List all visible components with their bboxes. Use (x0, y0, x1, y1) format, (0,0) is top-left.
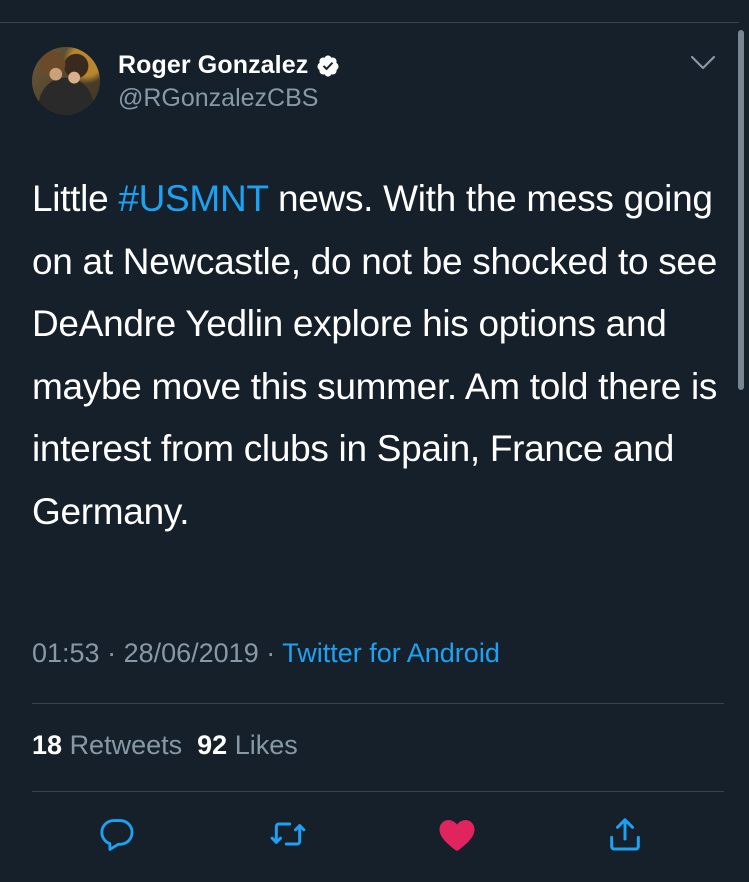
tweet-time: 01:53 (32, 638, 100, 668)
retweets-count: 18 (32, 730, 63, 760)
retweets-stat[interactable]: 18 Retweets (32, 730, 182, 760)
user-handle[interactable]: @RGonzalezCBS (118, 84, 318, 113)
name-row: Roger Gonzalez (118, 51, 340, 80)
likes-stat[interactable]: 92 Likes (197, 730, 298, 760)
avatar[interactable] (32, 47, 100, 115)
like-button[interactable] (435, 812, 479, 856)
reply-button[interactable] (95, 812, 139, 856)
meta-separator: · (258, 638, 283, 668)
tweet-text-start: Little (32, 178, 119, 219)
tweet-stats: 18 Retweets 92 Likes (32, 730, 298, 761)
scrollbar[interactable] (738, 30, 744, 390)
tweet-text-rest: news. With the mess going on at Newcastl… (32, 178, 718, 532)
meta-separator: · (99, 638, 124, 668)
divider (32, 791, 724, 792)
retweet-icon (270, 822, 306, 846)
reply-icon (100, 819, 134, 851)
tweet-meta: 01:53 · 28/06/2019 · Twitter for Android (32, 638, 500, 669)
verified-badge-icon (317, 55, 339, 76)
share-button[interactable] (603, 812, 647, 856)
tweet-source-link[interactable]: Twitter for Android (282, 638, 500, 668)
likes-label: Likes (234, 730, 298, 760)
display-name[interactable]: Roger Gonzalez (118, 51, 308, 80)
chevron-down-icon[interactable] (690, 55, 716, 71)
tweet-text: Little #USMNT news. With the mess going … (32, 168, 722, 543)
hashtag-link[interactable]: #USMNT (118, 178, 268, 219)
top-divider (0, 22, 739, 23)
like-icon (439, 820, 475, 851)
tweet-header: Roger Gonzalez @RGonzalezCBS (32, 47, 732, 117)
divider (32, 703, 724, 704)
action-bar (0, 812, 749, 862)
retweets-label: Retweets (69, 730, 183, 760)
tweet-date: 28/06/2019 (123, 638, 259, 668)
likes-count: 92 (197, 730, 228, 760)
retweet-button[interactable] (266, 812, 310, 856)
share-icon (610, 818, 640, 851)
